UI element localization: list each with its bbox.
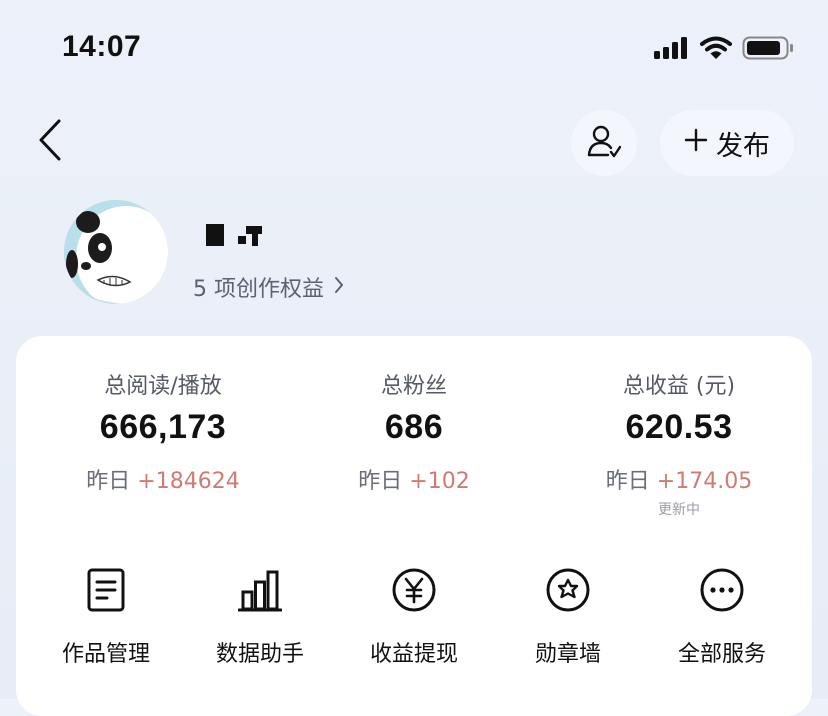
services-row: 作品管理 数据助手 收益提现 勋章墙 全部服务 (16, 556, 812, 676)
stat-total-followers[interactable]: 总粉丝 686 昨日 +102 (284, 368, 544, 495)
delta-prefix: 昨日 (358, 469, 403, 494)
service-label: 数据助手 (215, 642, 304, 667)
stat-delta: 昨日 +102 (284, 463, 544, 495)
medal-icon (544, 566, 592, 614)
wifi-icon (700, 36, 732, 64)
follow-manage-button[interactable] (571, 110, 637, 176)
service-label: 全部服务 (677, 642, 766, 667)
service-works-management[interactable]: 作品管理 (31, 566, 181, 668)
stat-delta: 昨日 +184624 (33, 463, 293, 495)
more-icon (698, 566, 746, 614)
service-label: 作品管理 (61, 642, 150, 667)
service-data-assistant[interactable]: 数据助手 (185, 566, 335, 668)
delta-value: +184624 (137, 469, 240, 494)
chevron-left-icon (37, 119, 63, 165)
service-label: 勋章墙 (534, 642, 601, 667)
status-time: 14:07 (62, 30, 142, 63)
cellular-signal-icon (654, 37, 690, 63)
battery-icon (742, 36, 794, 64)
status-bar: 14:07 (0, 0, 828, 90)
stat-value: 620.53 (625, 408, 733, 446)
benefits-label: 5 项创作权益 (193, 277, 324, 302)
updating-note: 更新中 (658, 502, 700, 518)
service-label: 收益提现 (369, 642, 458, 667)
avatar[interactable] (64, 200, 168, 304)
publish-button[interactable]: 发布 (660, 110, 794, 176)
delta-value: +174.05 (656, 469, 753, 494)
nav-bar: 发布 (0, 105, 828, 180)
stat-label: 总收益 (元) (622, 374, 736, 399)
delta-prefix: 昨日 (605, 469, 650, 494)
chevron-right-icon (334, 275, 344, 300)
delta-value: +102 (409, 469, 470, 494)
stat-label: 总阅读/播放 (104, 374, 222, 399)
service-all-services[interactable]: 全部服务 (647, 566, 797, 668)
username-redacted (204, 222, 266, 248)
profile-section: 5 项创作权益 (0, 195, 828, 315)
back-button[interactable] (30, 117, 70, 167)
service-earnings-withdrawal[interactable]: 收益提现 (339, 566, 489, 668)
service-medal-wall[interactable]: 勋章墙 (493, 566, 643, 668)
document-icon (82, 566, 130, 614)
stats-row: 总阅读/播放 666,173 昨日 +184624 总粉丝 686 昨日 +10… (16, 336, 812, 526)
delta-prefix: 昨日 (86, 469, 131, 494)
stat-value: 666,173 (99, 408, 227, 446)
stat-value: 686 (384, 408, 444, 446)
stat-total-reads[interactable]: 总阅读/播放 666,173 昨日 +184624 (33, 368, 293, 495)
creator-benefits-link[interactable]: 5 项创作权益 (193, 271, 344, 303)
creator-dashboard-card: 总阅读/播放 666,173 昨日 +184624 总粉丝 686 昨日 +10… (16, 336, 812, 716)
stat-delta: 昨日 +174.05 (549, 463, 809, 495)
bar-chart-icon (236, 566, 284, 614)
plus-icon (684, 128, 708, 159)
user-check-icon (586, 123, 622, 163)
stat-label: 总粉丝 (380, 374, 447, 399)
yen-coin-icon (390, 566, 438, 614)
publish-label: 发布 (716, 130, 770, 162)
status-icons (654, 36, 794, 64)
stat-total-earnings[interactable]: 总收益 (元) 620.53 昨日 +174.05 更新中 (549, 368, 809, 519)
